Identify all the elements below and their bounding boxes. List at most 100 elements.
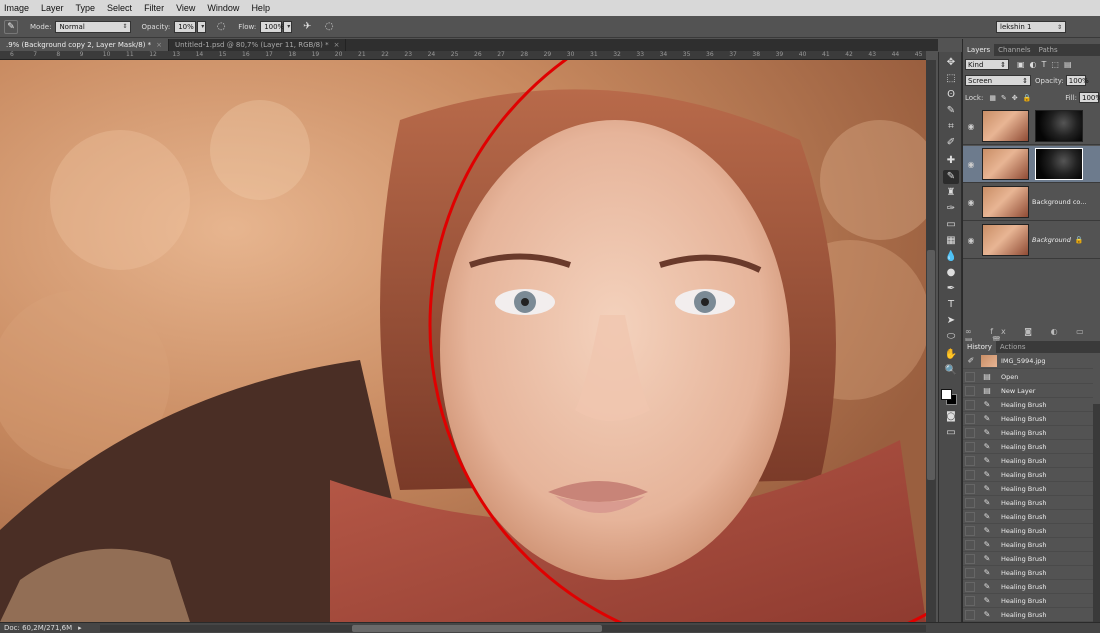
lasso-tool-icon[interactable]: ʘ: [943, 88, 959, 102]
layer-mask-thumbnail[interactable]: [1035, 148, 1083, 180]
tab-untitled-document[interactable]: Untitled-1.psd @ 80,7% (Layer 11, RGB/8)…: [169, 39, 347, 51]
hand-tool-icon[interactable]: ✋: [943, 348, 959, 362]
history-source-checkbox[interactable]: [965, 413, 975, 424]
history-item[interactable]: ✎ Healing Brush: [963, 412, 1093, 426]
menu-image[interactable]: Image: [0, 3, 35, 13]
history-scrollbar[interactable]: [1093, 404, 1100, 622]
opacity-dropdown[interactable]: ▾: [197, 20, 207, 33]
history-source-checkbox[interactable]: [965, 511, 975, 522]
layer-row-selected[interactable]: ◉: [963, 146, 1100, 183]
horizontal-scrollbar[interactable]: [100, 625, 926, 632]
history-item[interactable]: ▤ Open: [963, 370, 1093, 384]
vertical-scroll-thumb[interactable]: [927, 250, 935, 480]
crop-tool-icon[interactable]: ⌗: [943, 120, 959, 134]
lock-icons[interactable]: ▦✎✥🔒: [989, 94, 1036, 102]
brush-tool-icon[interactable]: ✎: [943, 170, 959, 184]
eraser-tool-icon[interactable]: ▭: [943, 218, 959, 232]
visibility-eye-icon[interactable]: ◉: [963, 198, 979, 207]
history-item[interactable]: ✎ Healing Brush: [963, 510, 1093, 524]
history-brush-source-icon[interactable]: ✐: [965, 356, 977, 366]
image-canvas[interactable]: [0, 60, 926, 622]
tab-actions[interactable]: Actions: [996, 341, 1030, 353]
pressure-size-icon[interactable]: ◌: [322, 20, 336, 34]
layer-row-background[interactable]: ◉ Background 🔒: [963, 222, 1100, 259]
history-snapshot[interactable]: ✐ IMG_5994.jpg: [963, 353, 1093, 369]
history-item[interactable]: ✎ Healing Brush: [963, 482, 1093, 496]
shape-tool-icon[interactable]: ⬭: [943, 330, 959, 344]
history-item[interactable]: ✎ Healing Brush: [963, 398, 1093, 412]
quick-selection-tool-icon[interactable]: ✎: [943, 104, 959, 118]
history-source-checkbox[interactable]: [965, 399, 975, 410]
history-source-checkbox[interactable]: [965, 455, 975, 466]
airbrush-icon[interactable]: ✈: [300, 20, 314, 34]
tool-preset-icon[interactable]: ✎: [4, 19, 18, 34]
history-item[interactable]: ✎ Healing Brush: [963, 580, 1093, 594]
fill-input[interactable]: 100%: [1079, 92, 1100, 103]
history-source-checkbox[interactable]: [965, 385, 975, 396]
menu-help[interactable]: Help: [245, 3, 276, 13]
clone-stamp-tool-icon[interactable]: ♜: [943, 186, 959, 200]
blend-mode-select[interactable]: Screen ⇕: [965, 75, 1031, 86]
history-source-checkbox[interactable]: [965, 497, 975, 508]
history-item[interactable]: ✎ Healing Brush: [963, 608, 1093, 622]
history-source-checkbox[interactable]: [965, 581, 975, 592]
history-source-checkbox[interactable]: [965, 469, 975, 480]
visibility-eye-icon[interactable]: ◉: [963, 122, 979, 131]
layer-filter-icons[interactable]: ▣◐T⬚▤: [1017, 60, 1077, 69]
workspace-select[interactable]: lekshin 1 ⇕: [996, 21, 1066, 33]
tab-channels[interactable]: Channels: [994, 44, 1034, 56]
history-source-checkbox[interactable]: [965, 371, 975, 382]
spot-healing-tool-icon[interactable]: ✚: [943, 154, 959, 168]
history-source-checkbox[interactable]: [965, 539, 975, 550]
flow-dropdown[interactable]: ▾: [283, 20, 293, 33]
quick-mask-icon[interactable]: ◙: [943, 410, 959, 424]
tab-history[interactable]: History: [963, 341, 996, 353]
path-selection-tool-icon[interactable]: ➤: [943, 314, 959, 328]
marquee-tool-icon[interactable]: ⬚: [943, 72, 959, 86]
history-source-checkbox[interactable]: [965, 567, 975, 578]
visibility-eye-icon[interactable]: ◉: [963, 160, 979, 169]
history-source-checkbox[interactable]: [965, 441, 975, 452]
history-item[interactable]: ✎ Healing Brush: [963, 524, 1093, 538]
history-source-checkbox[interactable]: [965, 483, 975, 494]
menu-view[interactable]: View: [170, 3, 201, 13]
layer-row[interactable]: ◉ Background co...: [963, 184, 1100, 221]
history-item[interactable]: ✎ Healing Brush: [963, 496, 1093, 510]
blur-tool-icon[interactable]: 💧: [943, 250, 959, 264]
foreground-color-swatch[interactable]: [941, 389, 952, 400]
tab-paths[interactable]: Paths: [1035, 44, 1062, 56]
layer-kind-select[interactable]: Kind ⇕: [965, 59, 1009, 70]
pressure-opacity-icon[interactable]: ◌: [214, 20, 228, 34]
flow-input[interactable]: 100%: [260, 20, 284, 33]
menu-type[interactable]: Type: [70, 3, 102, 13]
dodge-tool-icon[interactable]: ●: [943, 266, 959, 280]
layer-opacity-input[interactable]: 100%: [1065, 75, 1089, 86]
history-item[interactable]: ✎ Healing Brush: [963, 538, 1093, 552]
close-icon[interactable]: ×: [334, 41, 340, 49]
mode-select[interactable]: Normal ⇕: [55, 20, 132, 33]
menu-layer[interactable]: Layer: [35, 3, 70, 13]
screen-mode-icon[interactable]: ▭: [943, 426, 959, 440]
visibility-eye-icon[interactable]: ◉: [963, 236, 979, 245]
vertical-scrollbar[interactable]: [926, 60, 936, 622]
horizontal-scroll-thumb[interactable]: [352, 625, 602, 632]
layer-mask-thumbnail[interactable]: [1035, 110, 1083, 142]
move-tool-icon[interactable]: ✥: [943, 56, 959, 70]
history-item[interactable]: ✎ Healing Brush: [963, 454, 1093, 468]
history-item[interactable]: ▤ New Layer: [963, 384, 1093, 398]
history-source-checkbox[interactable]: [965, 595, 975, 606]
zoom-tool-icon[interactable]: 🔍: [943, 364, 959, 378]
close-icon[interactable]: ×: [156, 41, 162, 49]
history-brush-tool-icon[interactable]: ✑: [943, 202, 959, 216]
opacity-input[interactable]: 10%: [174, 20, 197, 33]
history-item[interactable]: ✎ Healing Brush: [963, 426, 1093, 440]
type-tool-icon[interactable]: T: [943, 298, 959, 312]
history-source-checkbox[interactable]: [965, 525, 975, 536]
tab-active-document[interactable]: .9% (Background copy 2, Layer Mask/8) * ×: [0, 39, 170, 51]
menu-window[interactable]: Window: [201, 3, 245, 13]
status-menu-arrow-icon[interactable]: ▸: [78, 624, 82, 632]
pen-tool-icon[interactable]: ✒: [943, 282, 959, 296]
tab-layers[interactable]: Layers: [963, 44, 995, 56]
history-item[interactable]: ✎ Healing Brush: [963, 566, 1093, 580]
history-item[interactable]: ✎ Healing Brush: [963, 468, 1093, 482]
